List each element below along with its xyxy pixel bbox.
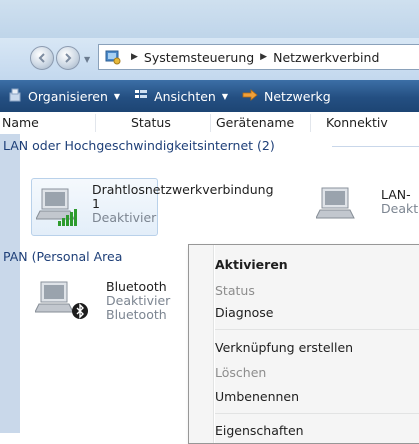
organize-caret-icon: ▼ (113, 91, 121, 101)
group-divider-line (332, 146, 419, 147)
list-item-wireless-connection[interactable]: Drahtlosnetzwerkverbindung 1 Deaktivier (31, 178, 274, 236)
list-item-bluetooth-connection[interactable]: Bluetooth Deaktivier Bluetooth (31, 272, 201, 342)
item-name-line2: 1 (92, 196, 100, 211)
navigation-pane-edge (0, 134, 20, 433)
views-label: Ansichten (154, 88, 216, 104)
control-panel-icon (105, 49, 121, 65)
organize-label: Organisieren (28, 88, 108, 104)
address-bar[interactable]: ▶ Systemsteuerung ▶ Netzwerkverbind (98, 44, 419, 70)
network-adapter-icon (35, 185, 84, 232)
breadcrumb-separator-icon: ▶ (131, 52, 138, 62)
item-status: Deakt (381, 201, 419, 216)
forward-arrow-icon (65, 53, 72, 63)
navigation-bar: ▼ ▶ Systemsteuerung ▶ Netzwerkverbind (0, 38, 419, 80)
group-header-lan[interactable]: LAN oder Hochgeschwindigkeitsinternet (2… (3, 138, 275, 153)
item-status: Deaktivier (92, 210, 157, 225)
history-dropdown-icon[interactable]: ▼ (84, 55, 90, 64)
back-button[interactable] (30, 46, 54, 70)
command-toolbar: Organisieren ▼ Ansichten ▼ Netzwerkg (0, 80, 419, 112)
menu-item-diagnose[interactable]: Diagnose (215, 305, 273, 320)
menu-item-activate[interactable]: Aktivieren (215, 257, 288, 272)
list-item-lan-connection[interactable]: LAN- Deakt (308, 178, 419, 232)
menu-item-rename[interactable]: Umbenennen (215, 389, 299, 404)
views-icon (134, 88, 148, 105)
breadcrumb-network-connections[interactable]: Netzwerkverbind (273, 50, 379, 65)
window-title-bar (0, 0, 419, 38)
network-center-label: Netzwerkg (264, 88, 331, 104)
column-status[interactable]: Status (131, 115, 171, 130)
organize-icon (8, 88, 22, 105)
item-status: Deaktivier (106, 293, 171, 308)
menu-item-delete[interactable]: Löschen (215, 365, 266, 380)
network-adapter-icon (315, 184, 356, 227)
forward-button[interactable] (56, 46, 80, 70)
organize-button[interactable]: Organisieren ▼ (8, 88, 120, 105)
column-divider[interactable] (310, 114, 311, 132)
column-divider[interactable] (95, 114, 96, 132)
item-name: LAN- (381, 187, 411, 202)
views-caret-icon: ▼ (221, 91, 228, 101)
item-name: Bluetooth (106, 279, 167, 294)
column-device-name[interactable]: Gerätename (216, 115, 294, 130)
menu-separator (215, 329, 419, 330)
item-name: Drahtlosnetzwerkverbindung (92, 182, 274, 197)
menu-item-create-shortcut[interactable]: Verknüpfung erstellen (215, 340, 353, 355)
breadcrumb-separator-icon: ▶ (260, 52, 268, 62)
column-divider[interactable] (210, 114, 211, 132)
back-arrow-icon (38, 53, 45, 63)
breadcrumb-control-panel[interactable]: Systemsteuerung (144, 50, 254, 65)
column-header-row: Name Status Gerätename Konnektiv (0, 112, 419, 135)
bluetooth-icon (71, 302, 89, 323)
context-menu: Aktivieren Status Diagnose Verknüpfung e… (188, 244, 419, 444)
column-name[interactable]: Name (2, 115, 39, 130)
menu-item-status[interactable]: Status (215, 283, 255, 298)
arrow-right-icon (242, 88, 258, 104)
column-connectivity[interactable]: Konnektiv (326, 115, 388, 130)
group-header-pan[interactable]: PAN (Personal Area (3, 249, 122, 264)
menu-separator (215, 413, 419, 414)
network-center-button[interactable]: Netzwerkg (242, 89, 331, 104)
menu-item-properties[interactable]: Eigenschaften (215, 423, 304, 438)
views-button[interactable]: Ansichten ▼ (134, 88, 228, 105)
item-device: Bluetooth (106, 307, 167, 322)
